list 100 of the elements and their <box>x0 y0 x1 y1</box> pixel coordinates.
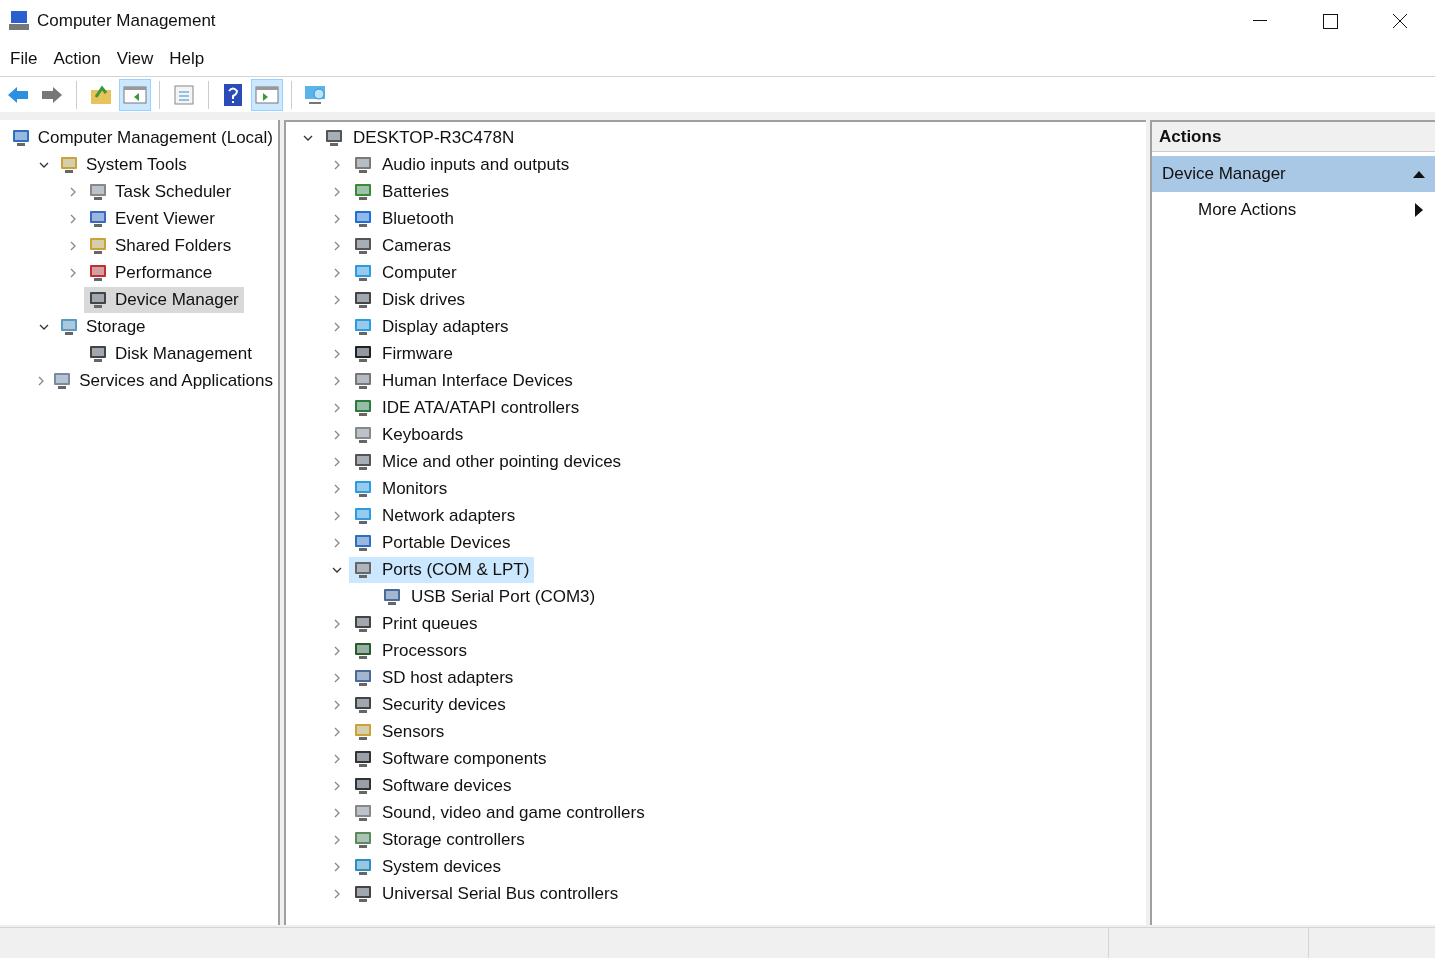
device-category[interactable]: Computer <box>349 259 462 286</box>
actions-section-header[interactable]: Device Manager <box>1152 156 1435 192</box>
device-category[interactable]: Monitors <box>349 475 453 502</box>
device-category[interactable]: Print queues <box>349 610 483 637</box>
device-category[interactable]: Disk drives <box>349 286 471 313</box>
device-category[interactable]: Processors <box>349 637 473 664</box>
expand-chevron-icon[interactable] <box>332 348 342 359</box>
tree-item-label: Disk Management <box>115 342 252 365</box>
expand-chevron-icon[interactable] <box>332 186 342 197</box>
expand-chevron-icon[interactable] <box>332 456 342 467</box>
device-category[interactable]: Sensors <box>349 718 450 745</box>
device-category[interactable]: Display adapters <box>349 313 514 340</box>
expand-chevron-icon[interactable] <box>332 672 342 683</box>
expand-chevron-icon[interactable] <box>68 240 78 251</box>
device-category[interactable]: Batteries <box>349 178 455 205</box>
device-label: Keyboards <box>382 423 464 446</box>
device-label: Disk drives <box>382 288 466 311</box>
menu-item[interactable]: Action <box>45 44 109 74</box>
device-category[interactable]: SD host adapters <box>349 664 519 691</box>
expand-chevron-icon[interactable] <box>332 645 342 656</box>
device-category[interactable]: Software devices <box>349 772 517 799</box>
device-label: Cameras <box>382 234 451 257</box>
expand-chevron-icon[interactable] <box>332 726 342 737</box>
expand-chevron-icon[interactable] <box>332 213 342 224</box>
tree-item[interactable]: Disk Management <box>84 340 257 367</box>
expand-chevron-icon[interactable] <box>68 186 78 197</box>
device-category[interactable]: Mice and other pointing devices <box>349 448 627 475</box>
expand-chevron-icon[interactable] <box>332 699 342 710</box>
expand-chevron-icon[interactable] <box>68 267 78 278</box>
device-label: Software components <box>382 747 547 770</box>
expand-chevron-icon[interactable] <box>68 213 78 224</box>
menu-item[interactable]: File <box>2 44 46 74</box>
expand-chevron-icon[interactable] <box>332 483 342 494</box>
device-category[interactable]: Portable Devices <box>349 529 516 556</box>
device-label: Display adapters <box>382 315 509 338</box>
expand-chevron-icon[interactable] <box>332 510 342 521</box>
device-label: Audio inputs and outputs <box>382 153 570 176</box>
expand-chevron-icon[interactable] <box>332 888 342 899</box>
device-category[interactable]: Network adapters <box>349 502 521 529</box>
device-category[interactable]: USB Serial Port (COM3) <box>378 583 601 610</box>
forward-arrow-icon <box>40 84 64 105</box>
tree-item-label: Performance <box>115 261 213 284</box>
expand-chevron-icon[interactable] <box>332 240 342 251</box>
menu-item[interactable]: View <box>108 44 162 74</box>
maximize-icon <box>1322 13 1338 29</box>
tree-item[interactable]: Computer Management (Local) <box>6 124 278 151</box>
expand-chevron-icon[interactable] <box>332 861 342 872</box>
device-category[interactable]: IDE ATA/ATAPI controllers <box>349 394 585 421</box>
device-category[interactable]: Storage controllers <box>349 826 530 853</box>
tree-item-label: System Tools <box>86 153 187 176</box>
expand-chevron-icon[interactable] <box>332 402 342 413</box>
device-category[interactable]: Universal Serial Bus controllers <box>349 880 624 907</box>
device-label: Processors <box>382 639 468 662</box>
tree-item[interactable]: Services and Applications <box>48 367 278 394</box>
device-category[interactable]: Security devices <box>349 691 511 718</box>
expand-chevron-icon[interactable] <box>332 159 342 170</box>
device-label: Sound, video and game controllers <box>382 801 645 824</box>
device-category[interactable]: Cameras <box>349 232 456 259</box>
expand-chevron-icon[interactable] <box>332 537 342 548</box>
device-category[interactable]: Human Interface Devices <box>349 367 578 394</box>
device-category[interactable]: Sound, video and game controllers <box>349 799 650 826</box>
device-label: USB Serial Port (COM3) <box>411 585 596 608</box>
device-category[interactable]: System devices <box>349 853 507 880</box>
expand-chevron-icon[interactable] <box>332 834 342 845</box>
device-category[interactable]: Bluetooth <box>349 205 459 232</box>
device-label: IDE ATA/ATAPI controllers <box>382 396 580 419</box>
tree-item[interactable]: Event Viewer <box>84 205 220 232</box>
device-label: Sensors <box>382 720 445 743</box>
device-category[interactable]: Ports (COM & LPT) <box>349 556 535 583</box>
action-item[interactable]: More Actions <box>1152 192 1435 228</box>
device-label: Bluetooth <box>382 207 454 230</box>
expand-chevron-icon[interactable] <box>332 780 342 791</box>
device-label: SD host adapters <box>382 666 514 689</box>
tree-item-label: Services and Applications <box>79 369 273 392</box>
device-label: Print queues <box>382 612 478 635</box>
tree-item[interactable]: Performance <box>84 259 218 286</box>
expand-chevron-icon[interactable] <box>332 618 342 629</box>
expand-chevron-icon[interactable] <box>332 267 342 278</box>
device-category[interactable]: Audio inputs and outputs <box>349 151 575 178</box>
device-category[interactable]: Software components <box>349 745 552 772</box>
expand-chevron-icon[interactable] <box>332 294 342 305</box>
expand-chevron-icon[interactable] <box>332 807 342 818</box>
tree-item[interactable]: Shared Folders <box>84 232 237 259</box>
app-icon <box>7 10 31 32</box>
menu-item[interactable]: Help <box>161 44 213 74</box>
action-pane-icon <box>255 84 279 105</box>
device-label: System devices <box>382 855 502 878</box>
tree-item[interactable]: Task Scheduler <box>84 178 237 205</box>
device-category[interactable]: Firmware <box>349 340 458 367</box>
tree-item[interactable]: System Tools <box>55 151 192 178</box>
device-category[interactable]: Keyboards <box>349 421 469 448</box>
expand-chevron-icon[interactable] <box>332 321 342 332</box>
computer-node[interactable]: DESKTOP-R3C478N <box>320 124 515 151</box>
device-label: Batteries <box>382 180 450 203</box>
expand-chevron-icon[interactable] <box>332 375 342 386</box>
expand-chevron-icon[interactable] <box>332 753 342 764</box>
tree-item[interactable]: Device Manager <box>84 286 244 313</box>
expand-chevron-icon[interactable] <box>332 429 342 440</box>
tree-item[interactable]: Storage <box>55 313 151 340</box>
collapse-triangle-icon[interactable] <box>1413 170 1425 178</box>
